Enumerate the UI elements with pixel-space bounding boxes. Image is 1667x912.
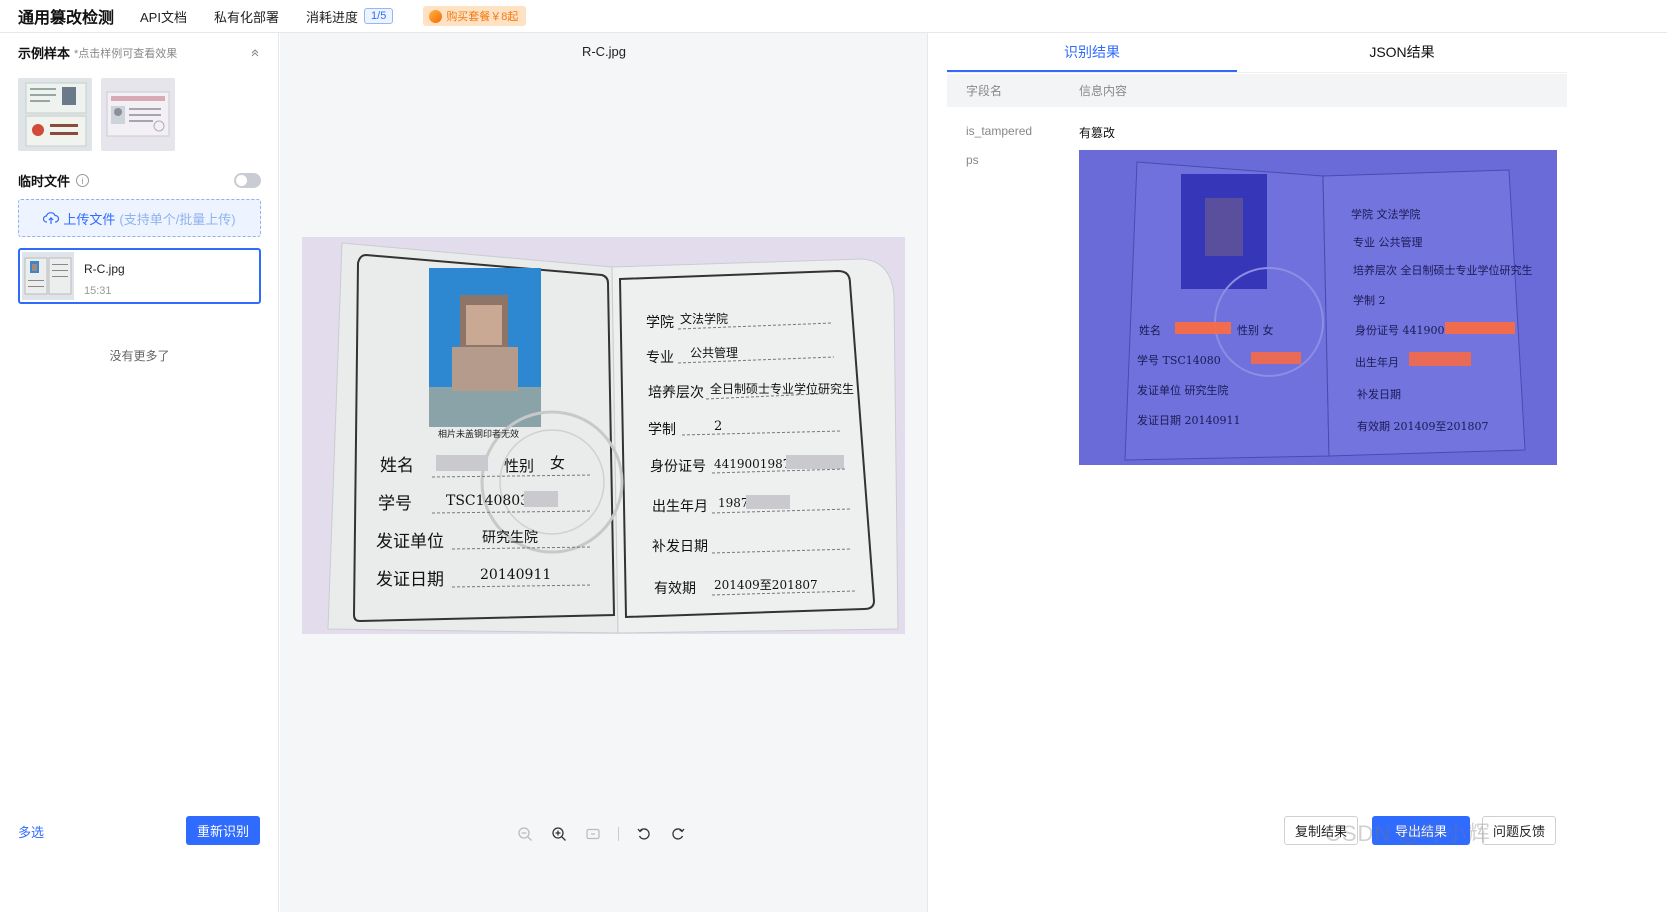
re-recognize-button[interactable]: 重新识别 — [186, 816, 260, 845]
doc-label-gender: 性别 — [504, 457, 534, 475]
preview-filename: R-C.jpg — [280, 44, 928, 59]
upload-label: 上传文件 — [63, 209, 115, 228]
svg-text:姓名: 姓名 — [1139, 323, 1161, 337]
export-result-button[interactable]: 导出结果 — [1372, 816, 1470, 845]
rotate-left-icon[interactable] — [635, 825, 653, 843]
upload-hint: (支持单个/批量上传) — [119, 209, 235, 228]
promo-label: 购买套餐￥8起 — [446, 8, 518, 24]
nav-private-deploy[interactable]: 私有化部署 — [214, 7, 279, 26]
doc-value-issuer: 研究生院 — [482, 530, 538, 546]
top-nav: 通用篡改检测 API文档 私有化部署 消耗进度 1/5 购买套餐￥8起 — [0, 0, 1667, 33]
feedback-button[interactable]: 问题反馈 — [1482, 816, 1556, 845]
doc-label-issuer: 发证单位 — [376, 532, 444, 552]
svg-text:学制 2: 学制 2 — [1353, 293, 1386, 307]
results-panel: 识别结果 JSON结果 字段名 信息内容 is_tampered 有篡改 ps … — [929, 33, 1667, 912]
value-is-tampered: 有篡改 — [1079, 124, 1115, 141]
result-table-header: 字段名 信息内容 — [947, 74, 1567, 107]
svg-text:性别 女: 性别 女 — [1237, 323, 1274, 337]
fit-screen-icon[interactable] — [584, 825, 602, 843]
doc-value-major: 公共管理 — [690, 345, 738, 360]
doc-value-birth: 1987 — [718, 496, 749, 510]
doc-label-name: 姓名 — [380, 456, 414, 476]
svg-text:学院 文法学院: 学院 文法学院 — [1351, 207, 1421, 221]
info-icon[interactable]: i — [76, 174, 89, 187]
preview-panel: R-C.jpg 相片未盖钢印者无效 姓名 性别 女 学号 TSC140803 发… — [280, 33, 928, 912]
file-time: 15:31 — [84, 285, 112, 297]
sample-thumbnail-2[interactable] — [101, 78, 175, 151]
photo-caption: 相片未盖钢印者无效 — [438, 428, 519, 440]
file-list-item[interactable]: R-C.jpg 15:31 — [18, 248, 261, 304]
zoom-out-icon[interactable] — [516, 825, 534, 843]
tab-recognition-result[interactable]: 识别结果 — [947, 33, 1237, 72]
samples-header: 示例样本 *点击样例可查看效果 — [18, 43, 261, 62]
doc-label-issue-date: 发证日期 — [376, 570, 444, 590]
svg-text:发证日期 20140911: 发证日期 20140911 — [1137, 413, 1241, 427]
doc-label-reissue: 补发日期 — [652, 539, 708, 555]
zoom-in-icon[interactable] — [550, 825, 568, 843]
svg-text:发证单位 研究生院: 发证单位 研究生院 — [1137, 383, 1229, 397]
promo-button[interactable]: 购买套餐￥8起 — [423, 6, 526, 26]
doc-value-student-id: TSC140803 — [446, 493, 529, 509]
doc-value-college: 文法学院 — [680, 311, 728, 326]
quota-badge: 1/5 — [364, 8, 393, 24]
svg-text:补发日期: 补发日期 — [1357, 387, 1401, 401]
nav-usage-progress[interactable]: 消耗进度 — [306, 7, 358, 26]
doc-label-id-number: 身份证号 — [650, 459, 706, 475]
doc-label-validity: 有效期 — [654, 581, 696, 597]
tamper-heatmap-image: 学院 文法学院 专业 公共管理 培养层次 全日制硕士专业学位研究生 学制 2 身… — [1079, 150, 1557, 465]
doc-label-student-id: 学号 — [378, 494, 412, 514]
doc-label-major: 专业 — [646, 350, 674, 366]
doc-label-level: 培养层次 — [648, 385, 704, 401]
file-name: R-C.jpg — [84, 262, 125, 276]
samples-hint: *点击样例可查看效果 — [74, 45, 177, 61]
column-info-content: 信息内容 — [1079, 82, 1127, 99]
result-tabs: 识别结果 JSON结果 — [947, 33, 1567, 73]
rotate-right-icon[interactable] — [669, 825, 687, 843]
temp-files-title: 临时文件 — [18, 171, 70, 190]
coin-icon — [429, 10, 442, 23]
field-ps: ps — [966, 153, 979, 167]
field-is-tampered: is_tampered — [966, 124, 1032, 138]
preview-toolbar — [516, 825, 687, 843]
document-image: 相片未盖钢印者无效 姓名 性别 女 学号 TSC140803 发证单位 研究生院… — [302, 237, 905, 634]
temp-files-row: 临时文件 i — [18, 171, 261, 190]
left-panel: 示例样本 *点击样例可查看效果 — [0, 33, 279, 912]
no-more-label: 没有更多了 — [0, 347, 279, 364]
multi-select-link[interactable]: 多选 — [18, 822, 44, 841]
doc-value-duration: 2 — [714, 419, 722, 434]
sample-thumbnail-1[interactable] — [18, 78, 92, 151]
doc-value-issue-date: 20140911 — [480, 567, 551, 583]
chevron-up-icon[interactable] — [249, 47, 261, 59]
nav-api-docs[interactable]: API文档 — [140, 7, 187, 26]
doc-value-gender: 女 — [550, 454, 565, 472]
app-title: 通用篡改检测 — [18, 4, 114, 28]
temp-files-toggle[interactable] — [234, 173, 261, 188]
svg-text:出生年月: 出生年月 — [1355, 355, 1399, 369]
doc-value-validity: 201409至201807 — [714, 578, 818, 592]
samples-title: 示例样本 — [18, 43, 70, 62]
svg-text:培养层次 全日制硕士专业学位研究生: 培养层次 全日制硕士专业学位研究生 — [1353, 263, 1533, 277]
svg-text:学号 TSC14080: 学号 TSC14080 — [1137, 353, 1221, 367]
doc-value-id-number: 4419001987 — [714, 457, 790, 471]
doc-label-birth: 出生年月 — [652, 499, 708, 515]
column-field-name: 字段名 — [966, 82, 1002, 99]
doc-label-college: 学院 — [646, 315, 674, 331]
cloud-upload-icon — [43, 211, 59, 225]
tab-json-result[interactable]: JSON结果 — [1237, 33, 1567, 72]
copy-result-button[interactable]: 复制结果 — [1284, 816, 1358, 845]
toolbar-divider — [618, 827, 619, 841]
svg-text:身份证号 441900: 身份证号 441900 — [1355, 323, 1445, 337]
file-thumbnail — [22, 252, 74, 300]
svg-text:专业 公共管理: 专业 公共管理 — [1353, 235, 1423, 249]
doc-label-duration: 学制 — [648, 422, 676, 438]
svg-text:有效期 201409至201807: 有效期 201409至201807 — [1357, 419, 1488, 433]
upload-button[interactable]: 上传文件 (支持单个/批量上传) — [18, 199, 261, 237]
